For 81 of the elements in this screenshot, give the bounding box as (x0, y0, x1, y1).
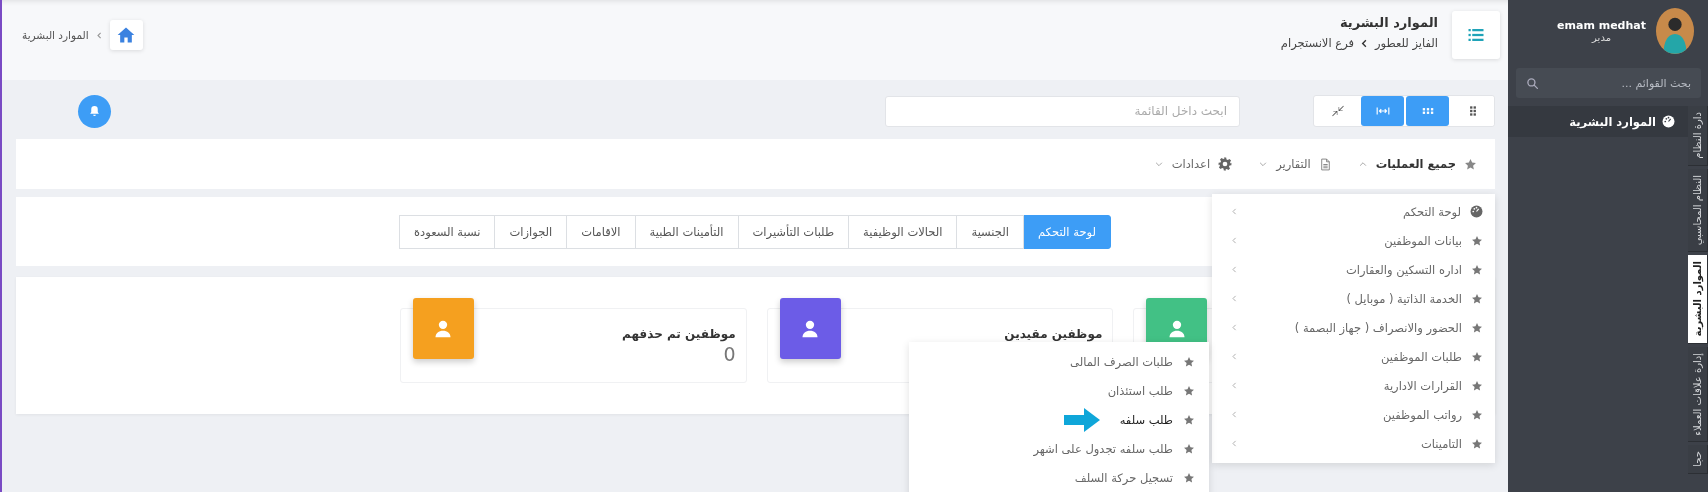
chevron-icon (1230, 352, 1239, 361)
home-icon (116, 25, 137, 45)
star-icon (1471, 292, 1483, 305)
notifications-button[interactable] (78, 94, 111, 128)
menu-item[interactable]: الخدمة الذاتية ( موبايل ) (1212, 284, 1495, 313)
arrow-icon (1061, 406, 1102, 433)
chevron-icon (1230, 236, 1239, 245)
menu-item[interactable]: الحضور والانصراف ( جهاز البصمة ) (1212, 313, 1495, 342)
star-icon (1471, 321, 1483, 334)
dashboard-icon (1470, 205, 1483, 218)
search-icon (1526, 77, 1539, 90)
star-icon (1183, 413, 1195, 426)
avatar (1656, 8, 1694, 54)
menu-item[interactable]: طلبات الموظفين (1212, 342, 1495, 371)
gear-icon (1218, 157, 1233, 171)
menu-item[interactable]: رواتب الموظفين (1212, 400, 1495, 429)
submenu-item[interactable]: تسجيل حركة السلف (909, 463, 1209, 492)
star-icon (1183, 442, 1195, 455)
chevron-icon (1230, 439, 1239, 448)
chevron-icon (1230, 294, 1239, 303)
breadcrumb-link[interactable]: الفايز للعطور (1375, 36, 1438, 50)
menu-item[interactable]: القرارات الادارية (1212, 371, 1495, 400)
vertical-tab[interactable]: حجا (1688, 445, 1708, 474)
card-value: 0 (723, 343, 736, 365)
tab[interactable]: التأمينات الطبية (634, 214, 739, 249)
nav-menu[interactable]: التقارير (1258, 157, 1332, 171)
submenu-item[interactable]: طلب سلفه (909, 405, 1209, 434)
menu-item[interactable]: لوحة التحكم (1212, 197, 1495, 226)
tab[interactable]: الجنسية (956, 214, 1024, 249)
menu-item[interactable]: التامينات (1212, 429, 1495, 458)
chevron-icon (1230, 381, 1239, 390)
home-button[interactable] (109, 20, 143, 50)
view-button[interactable] (1361, 96, 1404, 126)
view-button[interactable] (1406, 96, 1449, 126)
tab[interactable]: الاقامات (566, 214, 636, 249)
collapse-icon (1330, 104, 1345, 118)
vertical-tab[interactable]: النظام المحاسبي (1688, 168, 1708, 253)
star-icon (1183, 355, 1195, 368)
star-icon (1471, 437, 1483, 450)
star-icon (1183, 384, 1195, 397)
tab[interactable]: الحالات الوظيفية (848, 214, 958, 249)
sidebar-menu-item[interactable]: الموارد البشرية (1508, 106, 1688, 137)
menu-button[interactable] (1452, 11, 1500, 59)
menu-item[interactable]: بيانات الموظفين (1212, 226, 1495, 255)
user-role: مدير (1592, 32, 1611, 43)
nav-menu[interactable]: جميع العمليات (1357, 157, 1477, 171)
tab[interactable]: الجوازات (494, 214, 568, 249)
star-icon (1471, 379, 1483, 392)
dashboard-icon (1662, 115, 1675, 128)
vertical-tab[interactable]: إدارة علاقات العملاء (1688, 346, 1708, 443)
chevron-icon (1230, 410, 1239, 419)
vertical-tab[interactable]: دارة النظام (1688, 106, 1708, 166)
star-icon (1183, 471, 1195, 484)
menu-item[interactable]: اداره التسكين والعقارات (1212, 255, 1495, 284)
card-title: موظفين مقيدين (1004, 327, 1103, 341)
submenu-item[interactable]: طلبات الصرف المالى (909, 347, 1209, 376)
card-title: موظفين تم حذفهم (622, 327, 736, 341)
chevron-icon (1230, 265, 1239, 274)
star-icon (1471, 263, 1483, 276)
star-icon (1471, 350, 1483, 363)
list-search-field[interactable]: ابحث داخل القائمة (885, 95, 1240, 127)
star-icon (1471, 408, 1483, 421)
nav-menu[interactable]: اعدادات (1153, 157, 1233, 171)
breadcrumb-link[interactable]: الموارد البشرية (22, 29, 89, 41)
tab[interactable]: نسبة السعودة (399, 214, 496, 249)
submenu-item[interactable]: طلب سلفه تجدول على اشهر (909, 434, 1209, 463)
chevron-icon (94, 30, 104, 40)
page-title: الموارد البشرية (1338, 15, 1438, 30)
document-icon (1318, 157, 1332, 171)
star-icon (1471, 234, 1483, 247)
breadcrumb-link[interactable]: فرع الانستجرام (1280, 36, 1354, 50)
chevron-icon (1230, 323, 1239, 332)
menu-search-field[interactable]: بحث القوائم ... (1516, 68, 1701, 98)
chevron-icon (1230, 207, 1239, 216)
tab[interactable]: طلبات التأشيرات (737, 214, 850, 249)
submenu-item[interactable]: طلب استئذان (909, 376, 1209, 405)
vertical-tab[interactable]: الموارد البشرية (1688, 255, 1708, 344)
menu-icon (1467, 26, 1485, 44)
bell-icon (88, 104, 101, 118)
user-name: emam medhat (1557, 19, 1646, 32)
star-icon (1464, 157, 1477, 171)
